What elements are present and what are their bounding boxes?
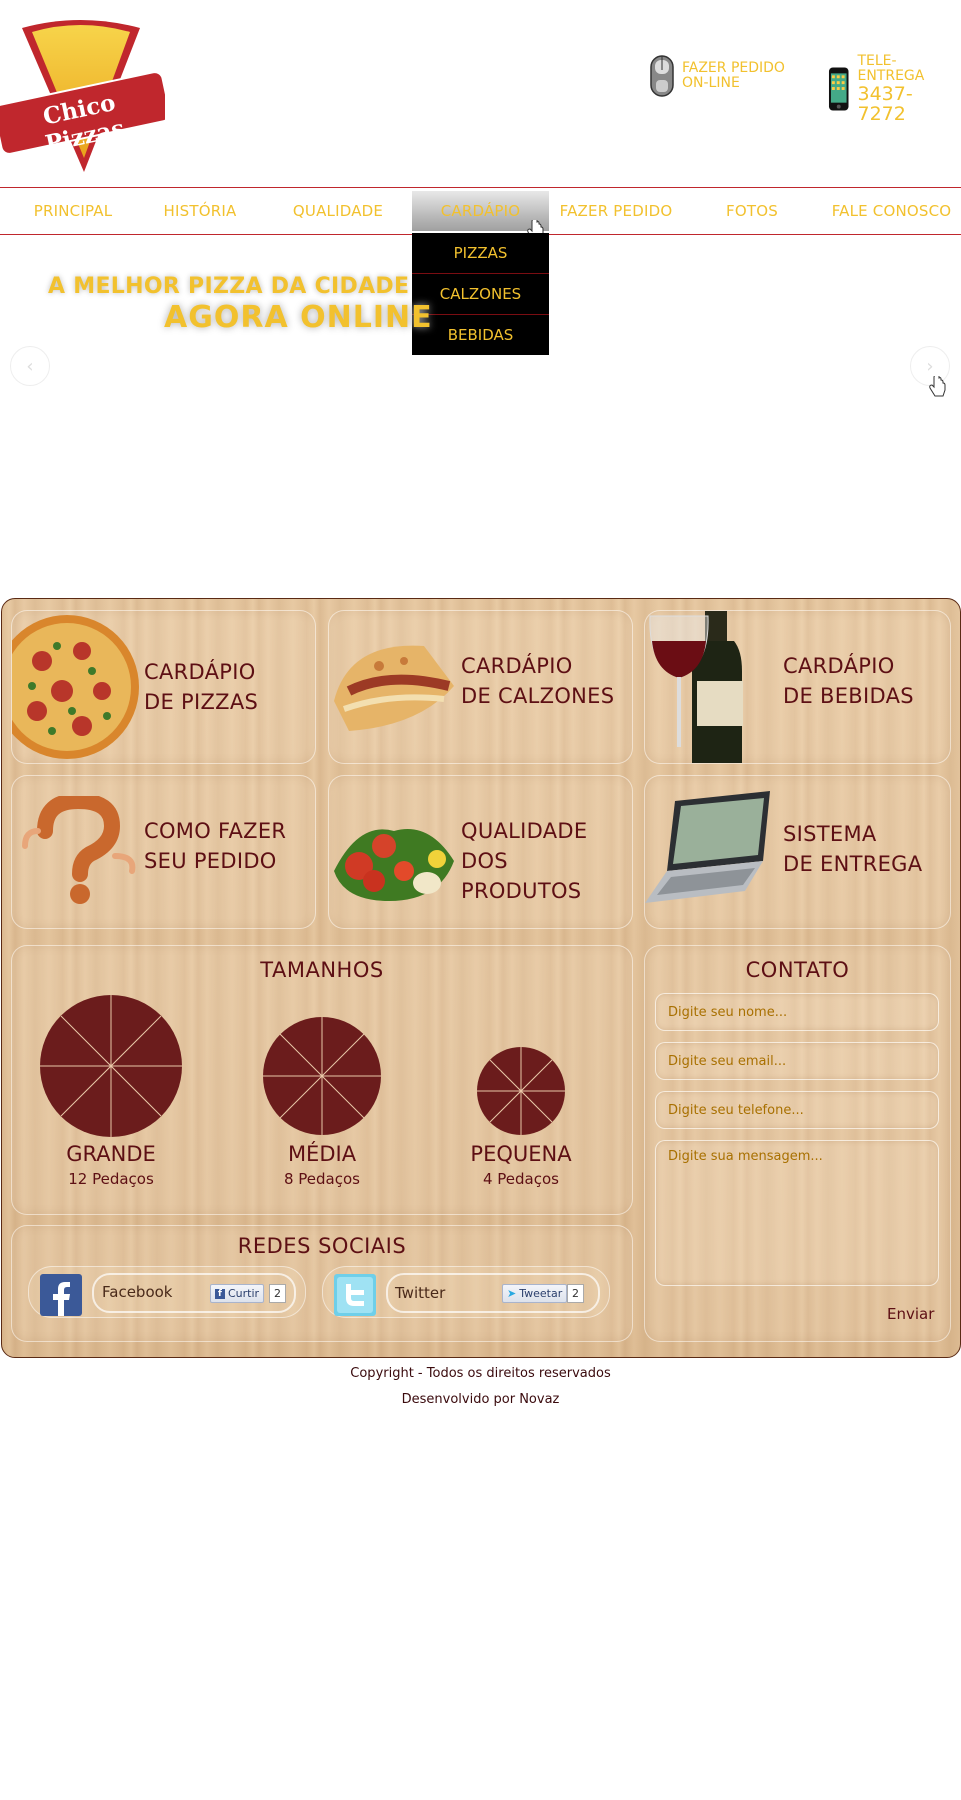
cardapio-dropdown: PIZZAS CALZONES BEBIDAS [412,233,549,355]
delivery-label: TELE-ENTREGA [857,53,925,84]
tile-label-line2: DE ENTREGA [783,852,923,876]
tweet-button[interactable]: ➤ Tweetar [502,1284,568,1303]
vegetables-image [334,829,454,901]
delivery-phone: 3437-7272 [857,83,913,125]
laptop-image [645,791,770,903]
footer-developer[interactable]: Desenvolvido por Novaz [0,1392,961,1407]
tile-cardapio-calzones[interactable]: CARDÁPIO DE CALZONES [328,610,633,764]
pizza-size-large [40,995,182,1137]
tile-label-line2: DOS PRODUTOS [461,849,582,903]
main-nav: PRINCIPAL HISTÓRIA QUALIDADE CARDÁPIO FA… [0,187,961,235]
contact-message-input[interactable] [655,1140,939,1286]
nav-item-historia[interactable]: HISTÓRIA [146,188,254,234]
contact-phone-input[interactable] [655,1091,939,1129]
hand-cursor-icon [929,376,946,397]
dropdown-item-pizzas[interactable]: PIZZAS [412,233,549,274]
tile-label-line1: CARDÁPIO [783,654,895,678]
size-small-slices: 4 Pedaços [482,1170,559,1188]
nav-item-fotos[interactable]: FOTOS [700,188,804,234]
tile-cardapio-pizzas[interactable]: CARDÁPIO DE PIZZAS [11,610,316,764]
size-small-name: PEQUENA [470,1142,572,1166]
tile-label-line1: CARDÁPIO [144,660,256,684]
pizza-size-small [477,1047,565,1135]
phone-icon [828,67,849,111]
nav-item-qualidade[interactable]: QUALIDADE [262,188,414,234]
nav-item-fale-conosco[interactable]: FALE CONOSCO [822,188,961,234]
sizes-title: TAMANHOS [260,958,384,982]
question-mark-icon [22,796,136,904]
facebook-like-label: Curtir [228,1287,260,1300]
tile-label-line1: COMO FAZER [144,819,287,843]
social-box: REDES SOCIAIS Facebook f Curtir 2 Twitte… [11,1225,633,1342]
tweet-label: Tweetar [519,1287,563,1300]
twitter-bird-icon: ➤ [507,1287,517,1300]
mouse-icon [650,55,674,97]
twitter-icon[interactable] [334,1274,376,1316]
banner-line1: A MELHOR PIZZA DA CIDADE [48,274,410,299]
nav-item-principal[interactable]: PRINCIPAL [0,188,146,234]
size-medium-slices: 8 Pedaços [283,1170,360,1188]
tile-label-line1: QUALIDADE [461,819,588,843]
banner-line2: AGORA ONLINE [164,300,433,335]
tile-label-line1: CARDÁPIO [461,654,573,678]
facebook-icon[interactable] [40,1274,82,1316]
logo[interactable]: Chico Pizzas [0,10,171,175]
tile-qualidade-produtos[interactable]: QUALIDADE DOS PRODUTOS [328,775,633,929]
order-online-line1: FAZER PEDIDO [682,60,785,76]
size-large-slices: 12 Pedaços [68,1170,154,1188]
tile-label-line2: SEU PEDIDO [144,849,277,873]
contact-email-input[interactable] [655,1042,939,1080]
tile-label-line2: DE BEBIDAS [783,684,914,708]
pizza-size-medium [263,1017,381,1135]
size-medium-name: MÉDIA [287,1142,357,1166]
chevron-left-icon: ‹ [26,355,34,377]
twitter-label: Twitter [395,1284,446,1302]
facebook-label: Facebook [102,1283,173,1301]
contact-submit-button[interactable]: Enviar [887,1305,934,1323]
tile-label-line2: DE CALZONES [461,684,615,708]
nav-item-fazer-pedido[interactable]: FAZER PEDIDO [549,188,683,234]
contact-name-input[interactable] [655,993,939,1031]
order-online-link[interactable]: FAZER PEDIDO ON-LINE [650,54,785,98]
tile-cardapio-bebidas[interactable]: CARDÁPIO DE BEBIDAS [644,610,951,764]
social-title: REDES SOCIAIS [237,1234,407,1258]
facebook-small-icon: f [215,1288,225,1299]
sizes-box: TAMANHOS GRANDE 12 Pedaços MÉDIA 8 Pedaç… [11,945,633,1215]
pizza-image [12,615,139,759]
tile-label-line2: DE PIZZAS [144,690,259,714]
contact-title: CONTATO [745,958,850,982]
calzone-image [334,645,454,731]
tile-como-fazer-pedido[interactable]: COMO FAZER SEU PEDIDO [11,775,316,929]
chevron-right-icon: › [926,355,934,377]
wine-image [649,611,743,763]
tile-sistema-entrega[interactable]: SISTEMA DE ENTREGA [644,775,951,929]
facebook-like-count: 2 [269,1284,286,1303]
footer-copyright: Copyright - Todos os direitos reservados [350,1366,611,1381]
facebook-like-button[interactable]: f Curtir [210,1284,265,1303]
tweet-count: 2 [567,1284,584,1303]
slider-prev-button[interactable]: ‹ [10,346,50,386]
tile-label-line1: SISTEMA [783,822,877,846]
size-large-name: GRANDE [66,1142,156,1166]
order-online-line2: ON-LINE [682,75,740,91]
delivery-info: TELE-ENTREGA 3437-7272 [828,54,961,124]
